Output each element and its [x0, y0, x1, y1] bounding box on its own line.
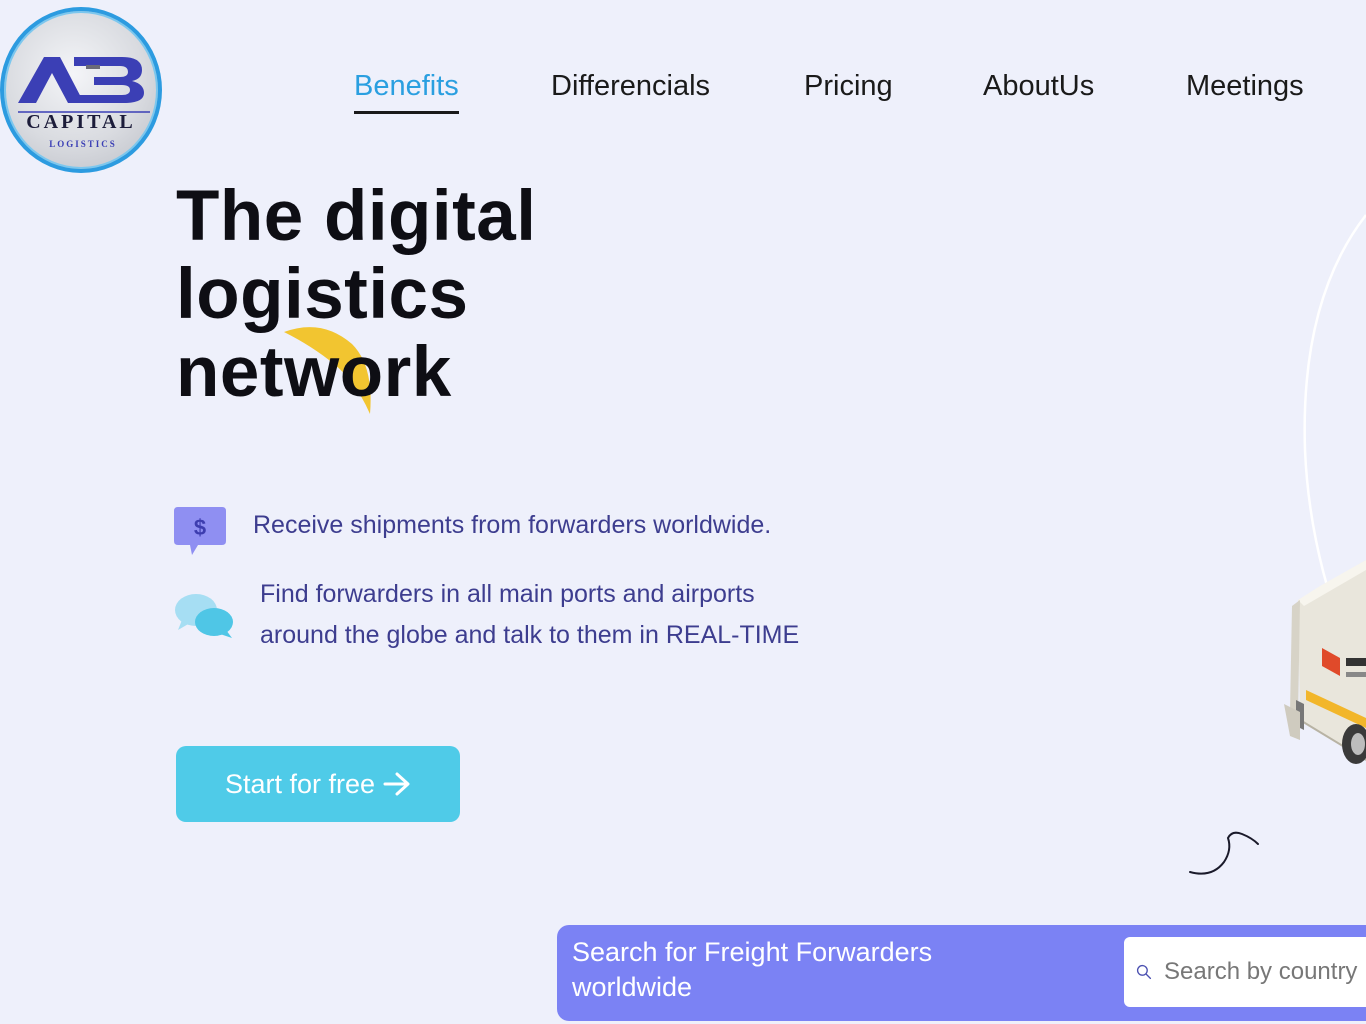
delivery-truck-icon — [1284, 560, 1366, 764]
search-title-line-2: worldwide — [572, 972, 693, 1002]
freight-search-panel: Search for Freight Forwarders worldwide — [557, 925, 1366, 1021]
search-country-input[interactable] — [1164, 958, 1366, 986]
search-box[interactable] — [1124, 937, 1366, 1007]
search-icon — [1136, 964, 1152, 980]
search-panel-title: Search for Freight Forwarders worldwide — [572, 935, 992, 1005]
landing-page: CAPITAL LOGISTICS Benefits Differencials… — [0, 0, 1366, 1024]
hero-illustration — [1189, 214, 1366, 875]
search-title-line-1: Search for Freight Forwarders — [572, 937, 933, 967]
squiggle-line — [1189, 831, 1259, 875]
